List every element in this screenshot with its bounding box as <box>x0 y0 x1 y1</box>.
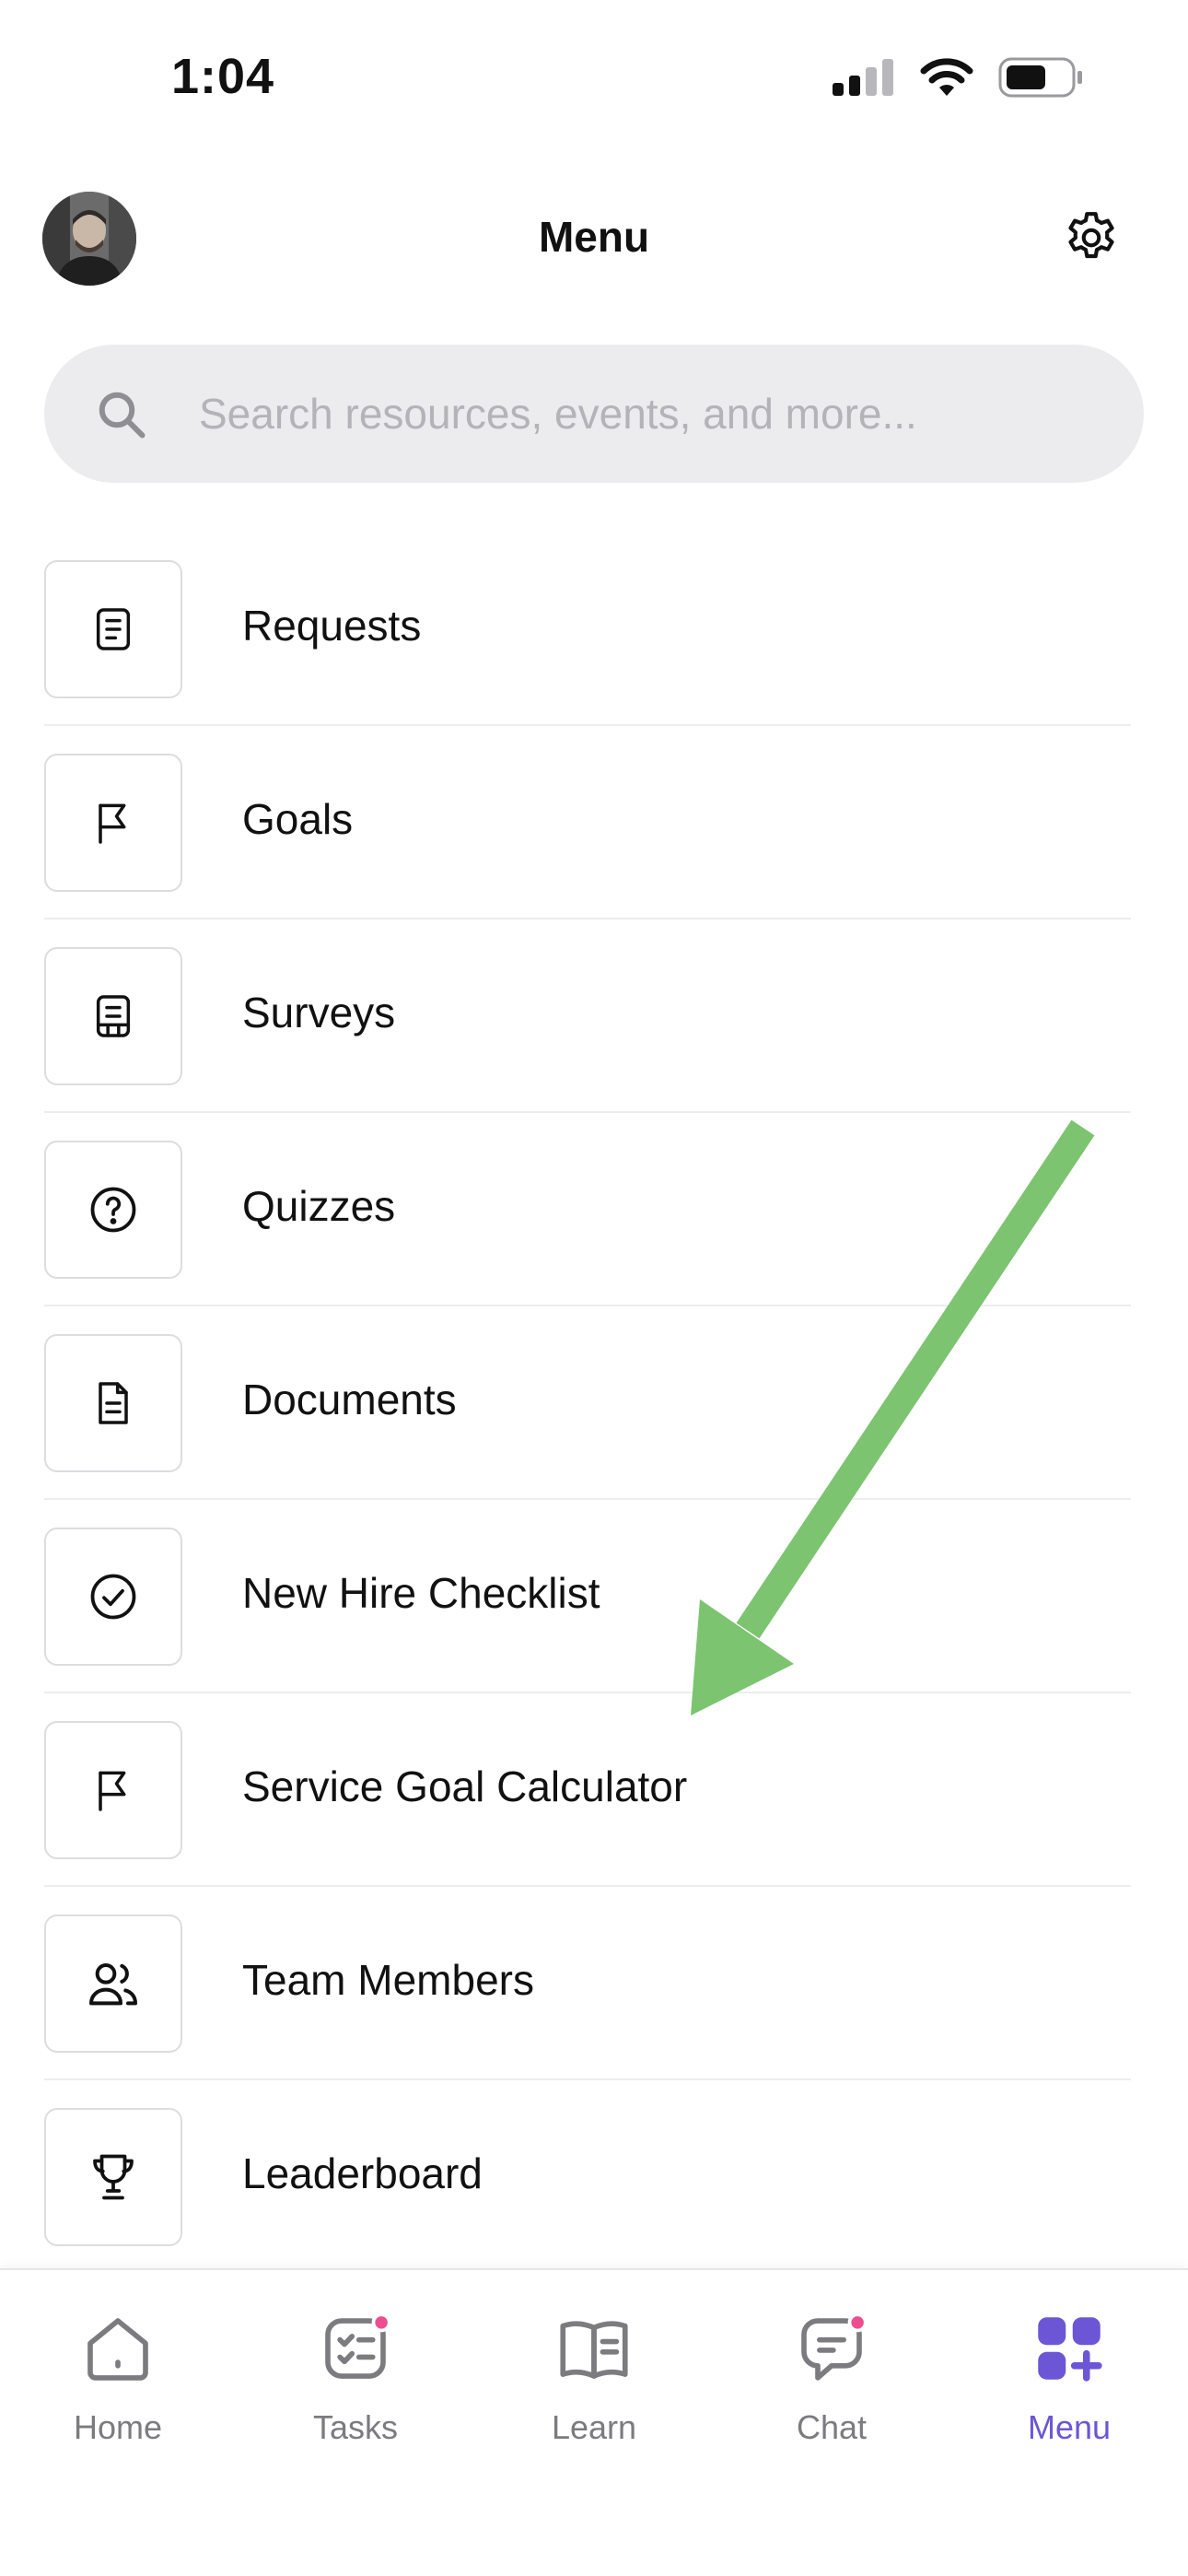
menu-item-label: Requests <box>242 602 422 650</box>
status-time: 1:04 <box>171 49 275 104</box>
menu-item-tile <box>44 1334 182 1472</box>
menu-item-service-goal-calculator[interactable]: Service Goal Calculator <box>0 1714 1188 1907</box>
menu-item-tile <box>44 1528 182 1666</box>
search-input[interactable] <box>199 345 1101 483</box>
divider <box>44 1885 1131 1887</box>
header: Menu <box>0 184 1188 295</box>
menu-item-tile <box>44 1914 182 2053</box>
menu-item-label: Quizzes <box>242 1182 396 1230</box>
tab-label: Menu <box>1027 2408 1112 2446</box>
tab-menu[interactable]: Menu <box>986 2307 1152 2464</box>
page-title: Menu <box>538 213 650 261</box>
tab-home[interactable]: Home <box>35 2307 201 2464</box>
divider <box>44 1111 1131 1113</box>
divider <box>44 918 1131 919</box>
cellular-signal-icon <box>833 59 893 96</box>
menu-item-tile <box>44 1141 182 1279</box>
tab-learn[interactable]: Learn <box>511 2307 677 2464</box>
menu-item-tile <box>44 1721 182 1859</box>
wifi-icon <box>920 58 973 96</box>
menu-item-label: New Hire Checklist <box>242 1569 600 1617</box>
flag-icon <box>99 803 126 844</box>
menu-item-quizzes[interactable]: Quizzes <box>0 1133 1188 1327</box>
check-circle-icon <box>90 1574 136 1620</box>
chat-icon <box>801 2313 868 2381</box>
gear-icon <box>1068 212 1114 259</box>
request-document-icon <box>96 608 131 650</box>
menu-item-leaderboard[interactable]: Leaderboard <box>0 2101 1188 2294</box>
menu-grid-icon <box>1038 2317 1102 2382</box>
menu-item-surveys[interactable]: Surveys <box>0 940 1188 1133</box>
menu-item-team-members[interactable]: Team Members <box>0 1907 1188 2101</box>
menu-item-tile <box>44 754 182 892</box>
search-bar[interactable] <box>44 345 1144 483</box>
menu-item-tile <box>44 2108 182 2246</box>
document-icon <box>99 1382 128 1424</box>
tab-chat[interactable]: Chat <box>749 2307 914 2464</box>
status-icons <box>831 57 1085 98</box>
divider <box>44 2078 1131 2080</box>
menu-item-label: Service Goal Calculator <box>242 1762 688 1810</box>
menu-item-label: Surveys <box>242 989 396 1036</box>
tab-bar: Home Tasks Learn Chat Menu <box>0 2268 1188 2576</box>
settings-button[interactable] <box>1061 207 1122 268</box>
search-icon <box>99 392 146 439</box>
users-icon <box>89 1963 137 2006</box>
trophy-icon <box>93 2154 134 2200</box>
menu-item-label: Leaderboard <box>242 2149 483 2197</box>
question-circle-icon <box>90 1187 136 1233</box>
menu-item-goals[interactable]: Goals <box>0 746 1188 940</box>
divider <box>44 1305 1131 1306</box>
home-icon <box>87 2318 148 2381</box>
tab-label: Chat <box>796 2408 868 2446</box>
tasks-icon <box>325 2313 391 2379</box>
status-bar: 1:04 <box>0 0 1188 157</box>
divider <box>44 1692 1131 1693</box>
divider <box>44 724 1131 726</box>
battery-icon <box>998 57 1082 98</box>
menu-item-documents[interactable]: Documents <box>0 1327 1188 1520</box>
menu-item-tile <box>44 947 182 1085</box>
tab-tasks[interactable]: Tasks <box>273 2307 438 2464</box>
menu-item-label: Documents <box>242 1376 457 1423</box>
menu-item-tile <box>44 560 182 698</box>
book-icon <box>560 2321 628 2379</box>
menu-item-requests[interactable]: Requests <box>0 553 1188 746</box>
tab-label: Learn <box>551 2408 637 2446</box>
menu-item-new-hire-checklist[interactable]: New Hire Checklist <box>0 1520 1188 1714</box>
menu-item-label: Goals <box>242 795 354 843</box>
flag-icon <box>99 1771 126 1811</box>
divider <box>44 1498 1131 1500</box>
survey-icon <box>96 995 131 1037</box>
menu-list: Requests Goals Surveys Quizzes Documents… <box>0 553 1188 2294</box>
tab-label: Tasks <box>312 2408 399 2446</box>
menu-item-label: Team Members <box>242 1956 534 2004</box>
tab-label: Home <box>73 2408 163 2446</box>
